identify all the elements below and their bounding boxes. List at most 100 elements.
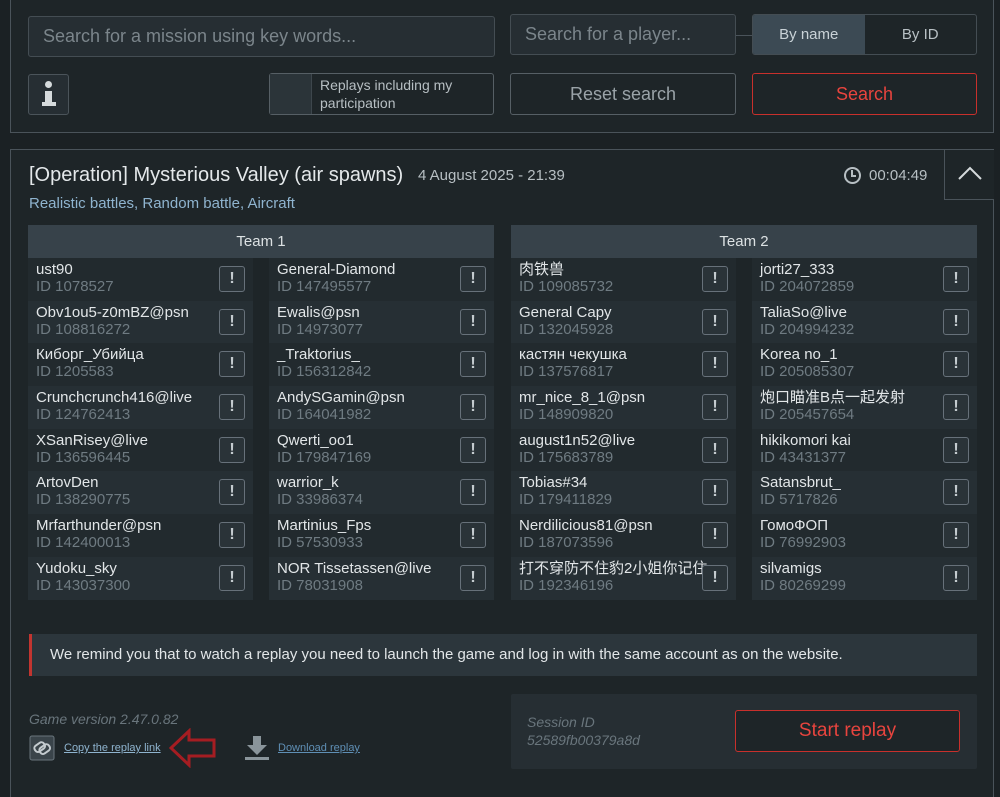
report-player-button[interactable]: ! [460,436,486,463]
report-player-button[interactable]: ! [460,308,486,335]
player-name[interactable]: General-Diamond [277,261,457,278]
player-name[interactable]: 炮口瞄准B点一起发射 [760,389,940,406]
player-row: 炮口瞄准B点一起发射 ID 205457654! [752,386,977,429]
player-name[interactable]: Qwerti_oo1 [277,432,457,449]
report-player-button[interactable]: ! [219,394,245,421]
collapse-button[interactable] [944,150,994,200]
report-player-button[interactable]: ! [219,266,245,292]
player-name[interactable]: Киборг_Убийца [36,346,216,363]
report-player-button[interactable]: ! [702,436,728,463]
player-id: ID 132045928 [519,320,614,338]
report-player-button[interactable]: ! [219,564,245,591]
player-name[interactable]: Martinius_Fps [277,517,457,534]
report-player-button[interactable]: ! [702,479,728,506]
participation-filter[interactable]: Replays including my participation [269,73,494,115]
player-id: ID 204994232 [760,320,855,338]
player-name[interactable]: Obv1ou5-z0mBZ@psn [36,304,216,321]
player-name[interactable]: кастян чекушка [519,346,699,363]
player-name[interactable]: Mrfarthunder@psn [36,517,216,534]
player-name[interactable]: Korea no_1 [760,346,940,363]
reset-search-button[interactable]: Reset search [510,73,736,115]
participation-checkbox[interactable] [270,74,312,114]
report-player-button[interactable]: ! [702,266,728,292]
player-name[interactable]: Nerdilicious81@psn [519,517,699,534]
report-player-button[interactable]: ! [702,308,728,335]
toggle-connector [736,35,752,36]
info-button[interactable] [28,74,69,115]
player-name[interactable]: jorti27_333 [760,261,940,278]
player-row: XSanRisey@live ID 136596445! [28,428,253,472]
report-player-button[interactable]: ! [219,522,245,549]
player-name[interactable]: ust90 [36,261,216,278]
report-player-button[interactable]: ! [943,266,969,292]
player-name[interactable]: august1n52@live [519,432,699,449]
copy-replay-link[interactable]: Copy the replay link [29,734,161,762]
mission-search-input[interactable]: Search for a mission using key words... [28,16,495,57]
report-player-button[interactable]: ! [460,479,486,506]
player-name[interactable]: silvamigs [760,560,940,577]
player-id: ID 137576817 [519,363,614,381]
player-name[interactable]: General Capy [519,304,699,321]
report-player-button[interactable]: ! [702,351,728,378]
report-player-button[interactable]: ! [702,564,728,591]
player-name[interactable]: Satansbrut_ [760,474,940,491]
player-name[interactable]: TaliaSo@live [760,304,940,321]
player-id: ID 108816272 [36,320,131,338]
player-row: Киборг_Убийца ID 1205583! [28,343,253,387]
copy-replay-link-label[interactable]: Copy the replay link [64,742,161,754]
player-row: _Traktorius_ ID 156312842! [269,343,494,387]
player-name[interactable]: _Traktorius_ [277,346,457,363]
player-id: ID 109085732 [519,278,614,295]
report-player-button[interactable]: ! [702,522,728,549]
player-name[interactable]: Ewalis@psn [277,304,457,321]
report-player-button[interactable]: ! [943,479,969,506]
player-name[interactable]: hikikomori kai [760,432,940,449]
player-name[interactable]: Tobias#34 [519,474,699,491]
search-mode-toggle: By name By ID [752,14,977,55]
player-name[interactable]: XSanRisey@live [36,432,216,449]
search-button[interactable]: Search [752,73,977,115]
report-player-button[interactable]: ! [460,394,486,421]
player-id: ID 204072859 [760,278,855,295]
report-player-button[interactable]: ! [943,394,969,421]
player-name[interactable]: NOR Tissetassen@live [277,560,457,577]
player-id: ID 179411829 [519,491,613,509]
report-player-button[interactable]: ! [460,266,486,292]
player-row: mr_nice_8_1@psn ID 148909820! [511,386,736,429]
player-row: Nerdilicious81@psn ID 187073596! [511,514,736,557]
report-player-button[interactable]: ! [702,394,728,421]
download-replay-link[interactable]: Download replay [244,734,360,762]
report-player-button[interactable]: ! [460,351,486,378]
player-name[interactable]: mr_nice_8_1@psn [519,389,699,406]
report-player-button[interactable]: ! [943,351,969,378]
player-name[interactable]: 打不穿防不住豹2小姐你记住 [519,560,707,577]
replay-date: 4 August 2025 - 21:39 [418,167,565,184]
report-player-button[interactable]: ! [943,564,969,591]
report-player-button[interactable]: ! [943,522,969,549]
player-name[interactable]: ArtovDen [36,474,216,491]
report-player-button[interactable]: ! [219,351,245,378]
player-name[interactable]: Yudoku_sky [36,560,216,577]
player-row: Satansbrut_ ID 5717826! [752,471,977,515]
player-row: ust90 ID 1078527! [28,258,253,301]
mode-by-name-button[interactable]: By name [753,15,865,54]
report-player-button[interactable]: ! [943,436,969,463]
report-player-button[interactable]: ! [219,436,245,463]
report-player-button[interactable]: ! [219,308,245,335]
player-name[interactable]: AndySGamin@psn [277,389,457,406]
player-name[interactable]: ГомоФОП [760,517,940,534]
download-replay-label[interactable]: Download replay [278,742,360,754]
report-player-button[interactable]: ! [460,564,486,591]
player-row: silvamigs ID 80269299! [752,556,977,600]
player-name[interactable]: 肉铁兽 [519,261,699,278]
player-search-input[interactable]: Search for a player... [510,14,736,55]
report-player-button[interactable]: ! [219,479,245,506]
start-replay-button[interactable]: Start replay [735,710,960,752]
player-name[interactable]: Crunchcrunch416@live [36,389,216,406]
player-row: ГомоФОП ID 76992903! [752,514,977,557]
report-player-button[interactable]: ! [460,522,486,549]
report-player-button[interactable]: ! [943,308,969,335]
player-name[interactable]: warrior_k [277,474,457,491]
player-id: ID 148909820 [519,406,614,424]
mode-by-id-button[interactable]: By ID [865,15,977,54]
